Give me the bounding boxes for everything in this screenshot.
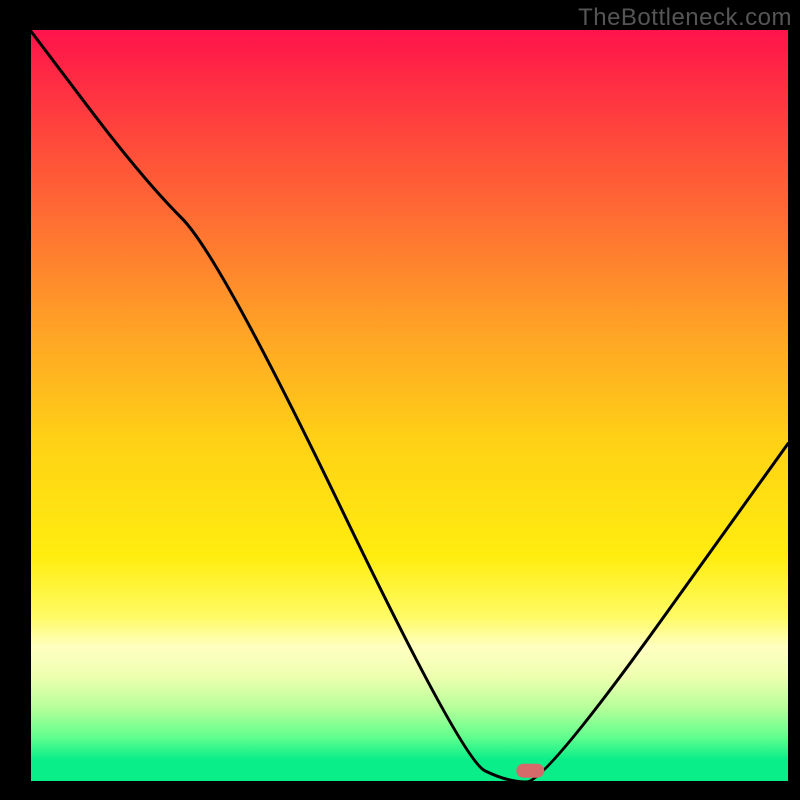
watermark-text: TheBottleneck.com: [578, 4, 792, 32]
optimal-marker: [516, 764, 544, 778]
gradient-background: [30, 30, 788, 782]
chart-container: TheBottleneck.com: [0, 0, 800, 800]
bottleneck-chart: [0, 0, 800, 800]
